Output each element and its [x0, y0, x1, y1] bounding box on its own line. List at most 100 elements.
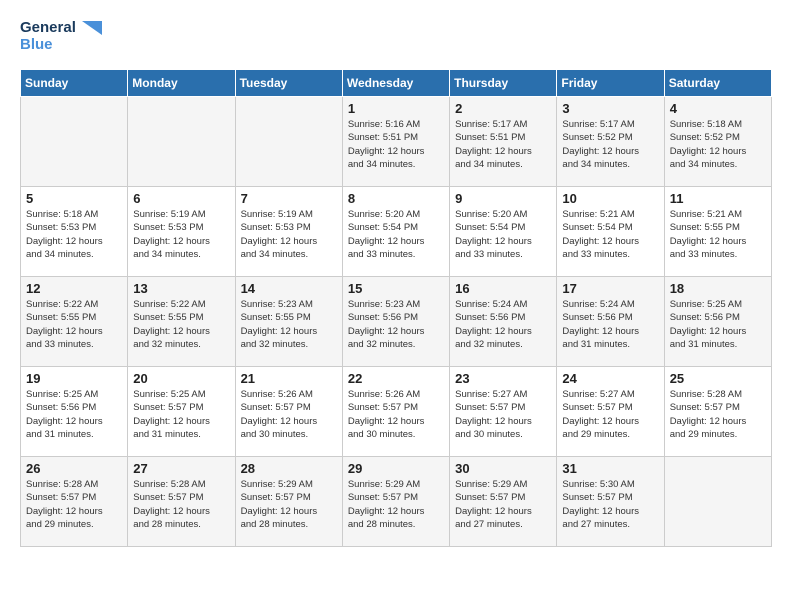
calendar-cell: 27Sunrise: 5:28 AM Sunset: 5:57 PM Dayli… — [128, 457, 235, 547]
calendar-cell: 2 Sunrise: 5:17 AM Sunset: 5:51 PM Daylig… — [450, 97, 557, 187]
calendar-week-row: 19 Sunrise: 5:25 AM Sunset: 5:56 PM Dayli… — [21, 367, 772, 457]
logo-triangle-icon — [82, 21, 102, 35]
weekday-header-wednesday: Wednesday — [342, 70, 449, 97]
day-number: 29 — [348, 461, 444, 476]
calendar-cell: 12 Sunrise: 5:22 AM Sunset: 5:55 PM Dayli… — [21, 277, 128, 367]
day-number: 28 — [241, 461, 337, 476]
calendar-cell: 31 Sunrise: 5:30 AM Sunset: 5:57 PM Dayli… — [557, 457, 664, 547]
day-number: 16 — [455, 281, 551, 296]
day-number: 31 — [562, 461, 658, 476]
day-info: Sunrise: 5:21 AM Sunset: 5:54 PM Dayligh… — [562, 208, 658, 261]
day-info: Sunrise: 5:25 AM Sunset: 5:56 PM Dayligh… — [670, 298, 766, 351]
calendar-cell: 9 Sunrise: 5:20 AM Sunset: 5:54 PM Daylig… — [450, 187, 557, 277]
day-info: Sunrise: 5:24 AM Sunset: 5:56 PM Dayligh… — [455, 298, 551, 351]
calendar-week-row: 5 Sunrise: 5:18 AM Sunset: 5:53 PM Daylig… — [21, 187, 772, 277]
calendar-cell: 7 Sunrise: 5:19 AM Sunset: 5:53 PM Daylig… — [235, 187, 342, 277]
calendar-cell: 23 Sunrise: 5:27 AM Sunset: 5:57 PM Dayli… — [450, 367, 557, 457]
calendar-cell: 25 Sunrise: 5:28 AM Sunset: 5:57 PM Dayli… — [664, 367, 771, 457]
day-info: Sunrise: 5:26 AM Sunset: 5:57 PM Dayligh… — [348, 388, 444, 441]
day-number: 1 — [348, 101, 444, 116]
calendar-cell: 30 Sunrise: 5:29 AM Sunset: 5:57 PM Dayli… — [450, 457, 557, 547]
day-info: Sunrise: 5:30 AM Sunset: 5:57 PM Dayligh… — [562, 478, 658, 531]
calendar-cell — [664, 457, 771, 547]
calendar-cell: 29Sunrise: 5:29 AM Sunset: 5:57 PM Dayli… — [342, 457, 449, 547]
day-info: Sunrise: 5:23 AM Sunset: 5:56 PM Dayligh… — [348, 298, 444, 351]
day-info: Sunrise: 5:22 AM Sunset: 5:55 PM Dayligh… — [26, 298, 122, 351]
weekday-header-sunday: Sunday — [21, 70, 128, 97]
day-number: 24 — [562, 371, 658, 386]
calendar-cell: 18 Sunrise: 5:25 AM Sunset: 5:56 PM Dayli… — [664, 277, 771, 367]
day-info: Sunrise: 5:17 AM Sunset: 5:51 PM Dayligh… — [455, 118, 551, 171]
calendar-cell: 13 Sunrise: 5:22 AM Sunset: 5:55 PM Dayli… — [128, 277, 235, 367]
day-info: Sunrise: 5:28 AM Sunset: 5:57 PM Dayligh… — [133, 478, 229, 531]
day-info: Sunrise: 5:28 AM Sunset: 5:57 PM Dayligh… — [26, 478, 122, 531]
day-info: Sunrise: 5:18 AM Sunset: 5:53 PM Dayligh… — [26, 208, 122, 261]
calendar-cell: 24 Sunrise: 5:27 AM Sunset: 5:57 PM Dayli… — [557, 367, 664, 457]
day-number: 23 — [455, 371, 551, 386]
day-info: Sunrise: 5:27 AM Sunset: 5:57 PM Dayligh… — [562, 388, 658, 441]
day-info: Sunrise: 5:25 AM Sunset: 5:57 PM Dayligh… — [133, 388, 229, 441]
calendar-cell: 21Sunrise: 5:26 AM Sunset: 5:57 PM Dayli… — [235, 367, 342, 457]
calendar-cell — [128, 97, 235, 187]
day-number: 7 — [241, 191, 337, 206]
day-info: Sunrise: 5:29 AM Sunset: 5:57 PM Dayligh… — [241, 478, 337, 531]
day-number: 14 — [241, 281, 337, 296]
day-info: Sunrise: 5:18 AM Sunset: 5:52 PM Dayligh… — [670, 118, 766, 171]
day-info: Sunrise: 5:17 AM Sunset: 5:52 PM Dayligh… — [562, 118, 658, 171]
day-number: 8 — [348, 191, 444, 206]
day-info: Sunrise: 5:16 AM Sunset: 5:51 PM Dayligh… — [348, 118, 444, 171]
day-info: Sunrise: 5:25 AM Sunset: 5:56 PM Dayligh… — [26, 388, 122, 441]
day-info: Sunrise: 5:20 AM Sunset: 5:54 PM Dayligh… — [455, 208, 551, 261]
day-number: 17 — [562, 281, 658, 296]
calendar-cell: 8 Sunrise: 5:20 AM Sunset: 5:54 PM Daylig… — [342, 187, 449, 277]
day-info: Sunrise: 5:27 AM Sunset: 5:57 PM Dayligh… — [455, 388, 551, 441]
day-number: 3 — [562, 101, 658, 116]
calendar-cell: 19 Sunrise: 5:25 AM Sunset: 5:56 PM Dayli… — [21, 367, 128, 457]
day-number: 30 — [455, 461, 551, 476]
day-number: 4 — [670, 101, 766, 116]
day-info: Sunrise: 5:19 AM Sunset: 5:53 PM Dayligh… — [241, 208, 337, 261]
day-info: Sunrise: 5:20 AM Sunset: 5:54 PM Dayligh… — [348, 208, 444, 261]
day-info: Sunrise: 5:28 AM Sunset: 5:57 PM Dayligh… — [670, 388, 766, 441]
calendar-cell: 17Sunrise: 5:24 AM Sunset: 5:56 PM Dayli… — [557, 277, 664, 367]
day-info: Sunrise: 5:21 AM Sunset: 5:55 PM Dayligh… — [670, 208, 766, 261]
day-number: 9 — [455, 191, 551, 206]
day-number: 19 — [26, 371, 122, 386]
logo-text: General Blue — [20, 20, 102, 53]
calendar-cell: 6Sunrise: 5:19 AM Sunset: 5:53 PM Daylig… — [128, 187, 235, 277]
calendar-cell — [235, 97, 342, 187]
day-number: 15 — [348, 281, 444, 296]
day-number: 25 — [670, 371, 766, 386]
calendar-cell: 16 Sunrise: 5:24 AM Sunset: 5:56 PM Dayli… — [450, 277, 557, 367]
calendar-cell: 14Sunrise: 5:23 AM Sunset: 5:55 PM Dayli… — [235, 277, 342, 367]
page-header: General Blue — [20, 20, 772, 53]
calendar-cell: 15 Sunrise: 5:23 AM Sunset: 5:56 PM Dayli… — [342, 277, 449, 367]
day-number: 21 — [241, 371, 337, 386]
day-number: 20 — [133, 371, 229, 386]
day-info: Sunrise: 5:22 AM Sunset: 5:55 PM Dayligh… — [133, 298, 229, 351]
calendar-cell: 11Sunrise: 5:21 AM Sunset: 5:55 PM Dayli… — [664, 187, 771, 277]
day-number: 18 — [670, 281, 766, 296]
day-number: 5 — [26, 191, 122, 206]
day-number: 13 — [133, 281, 229, 296]
weekday-header-row: SundayMondayTuesdayWednesdayThursdayFrid… — [21, 70, 772, 97]
calendar-cell: 3 Sunrise: 5:17 AM Sunset: 5:52 PM Daylig… — [557, 97, 664, 187]
day-number: 2 — [455, 101, 551, 116]
day-number: 26 — [26, 461, 122, 476]
weekday-header-monday: Monday — [128, 70, 235, 97]
weekday-header-thursday: Thursday — [450, 70, 557, 97]
day-number: 12 — [26, 281, 122, 296]
calendar-week-row: 26 Sunrise: 5:28 AM Sunset: 5:57 PM Dayli… — [21, 457, 772, 547]
calendar-cell: 5 Sunrise: 5:18 AM Sunset: 5:53 PM Daylig… — [21, 187, 128, 277]
day-info: Sunrise: 5:19 AM Sunset: 5:53 PM Dayligh… — [133, 208, 229, 261]
day-number: 22 — [348, 371, 444, 386]
weekday-header-saturday: Saturday — [664, 70, 771, 97]
calendar-cell: 1 Sunrise: 5:16 AM Sunset: 5:51 PM Daylig… — [342, 97, 449, 187]
logo: General Blue — [20, 20, 102, 53]
day-info: Sunrise: 5:29 AM Sunset: 5:57 PM Dayligh… — [455, 478, 551, 531]
calendar-cell: 4 Sunrise: 5:18 AM Sunset: 5:52 PM Daylig… — [664, 97, 771, 187]
calendar-cell: 22 Sunrise: 5:26 AM Sunset: 5:57 PM Dayli… — [342, 367, 449, 457]
day-number: 10 — [562, 191, 658, 206]
calendar-cell: 10 Sunrise: 5:21 AM Sunset: 5:54 PM Dayli… — [557, 187, 664, 277]
calendar-cell: 28 Sunrise: 5:29 AM Sunset: 5:57 PM Dayli… — [235, 457, 342, 547]
